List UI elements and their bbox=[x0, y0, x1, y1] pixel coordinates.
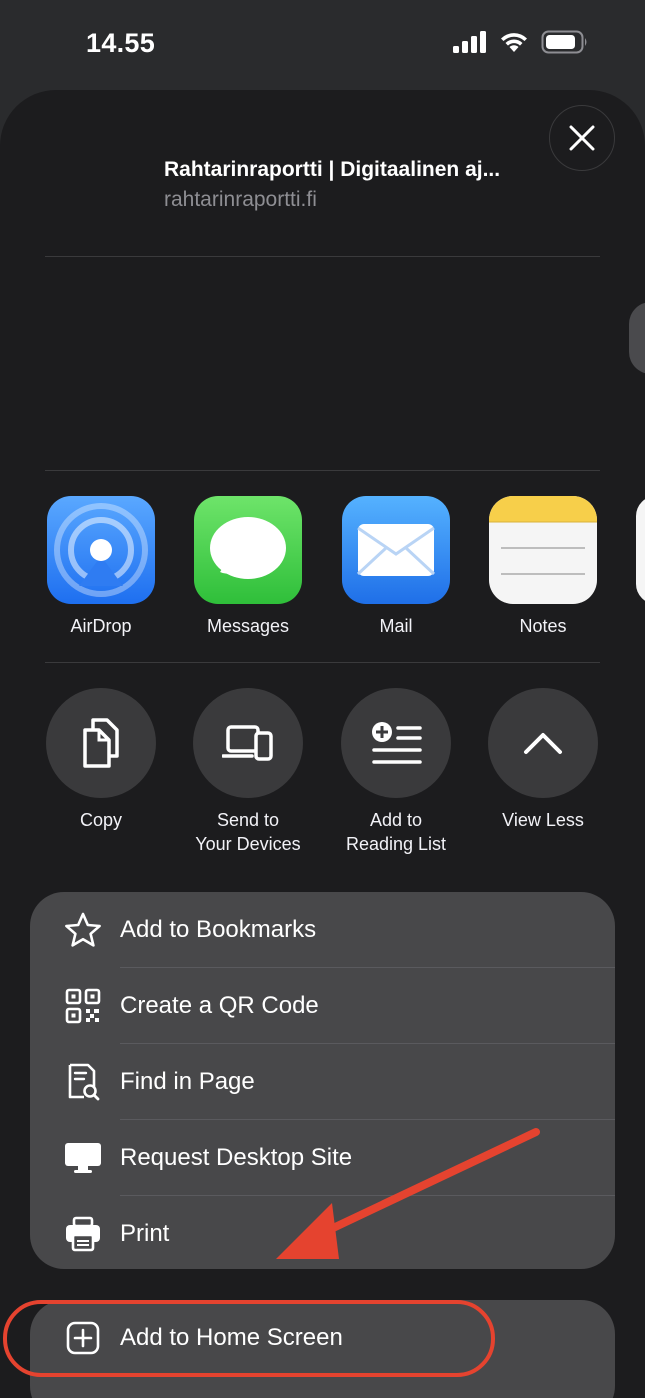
annotation-arrow-icon bbox=[276, 1128, 540, 1259]
